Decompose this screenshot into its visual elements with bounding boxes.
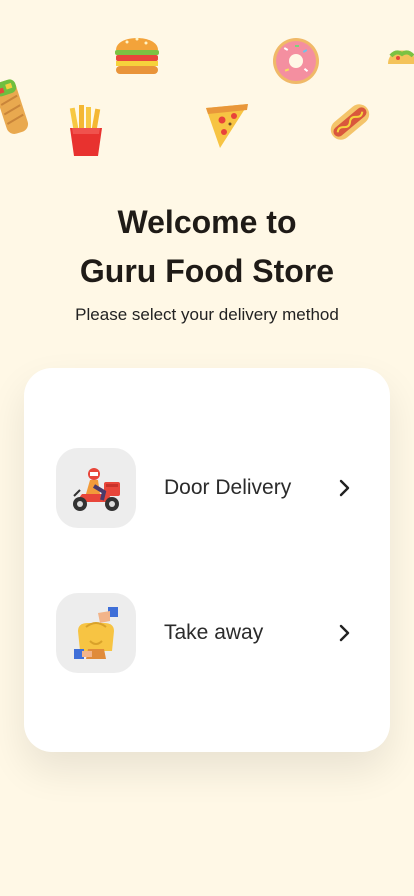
fries-icon — [69, 105, 102, 156]
donut-icon — [273, 38, 319, 84]
delivery-method-subtitle: Please select your delivery method — [75, 305, 339, 324]
takeaway-bag-icon — [74, 607, 118, 659]
pizza-slice-icon — [206, 104, 248, 148]
scooter-delivery-icon — [73, 468, 120, 511]
take-away-label: Take away — [164, 621, 264, 644]
chevron-right-icon — [339, 479, 350, 497]
delivery-method-card: Door Delivery Take away — [24, 368, 390, 752]
door-delivery-label: Door Delivery — [164, 476, 292, 499]
hotdog-icon — [330, 104, 370, 140]
burger-icon — [115, 37, 159, 74]
burrito-icon — [0, 79, 29, 134]
chevron-right-icon — [339, 624, 350, 642]
door-delivery-icon-tile — [56, 448, 136, 528]
taco-icon — [388, 50, 414, 64]
welcome-title-line2: Guru Food Store — [79, 253, 335, 289]
welcome-title-line1: Welcome to — [117, 204, 297, 240]
welcome-title: Welcome to Guru Food Store — [0, 198, 414, 296]
door-delivery-option[interactable]: Door Delivery — [56, 448, 366, 528]
take-away-option[interactable]: Take away — [56, 593, 366, 673]
take-away-icon-tile — [56, 593, 136, 673]
